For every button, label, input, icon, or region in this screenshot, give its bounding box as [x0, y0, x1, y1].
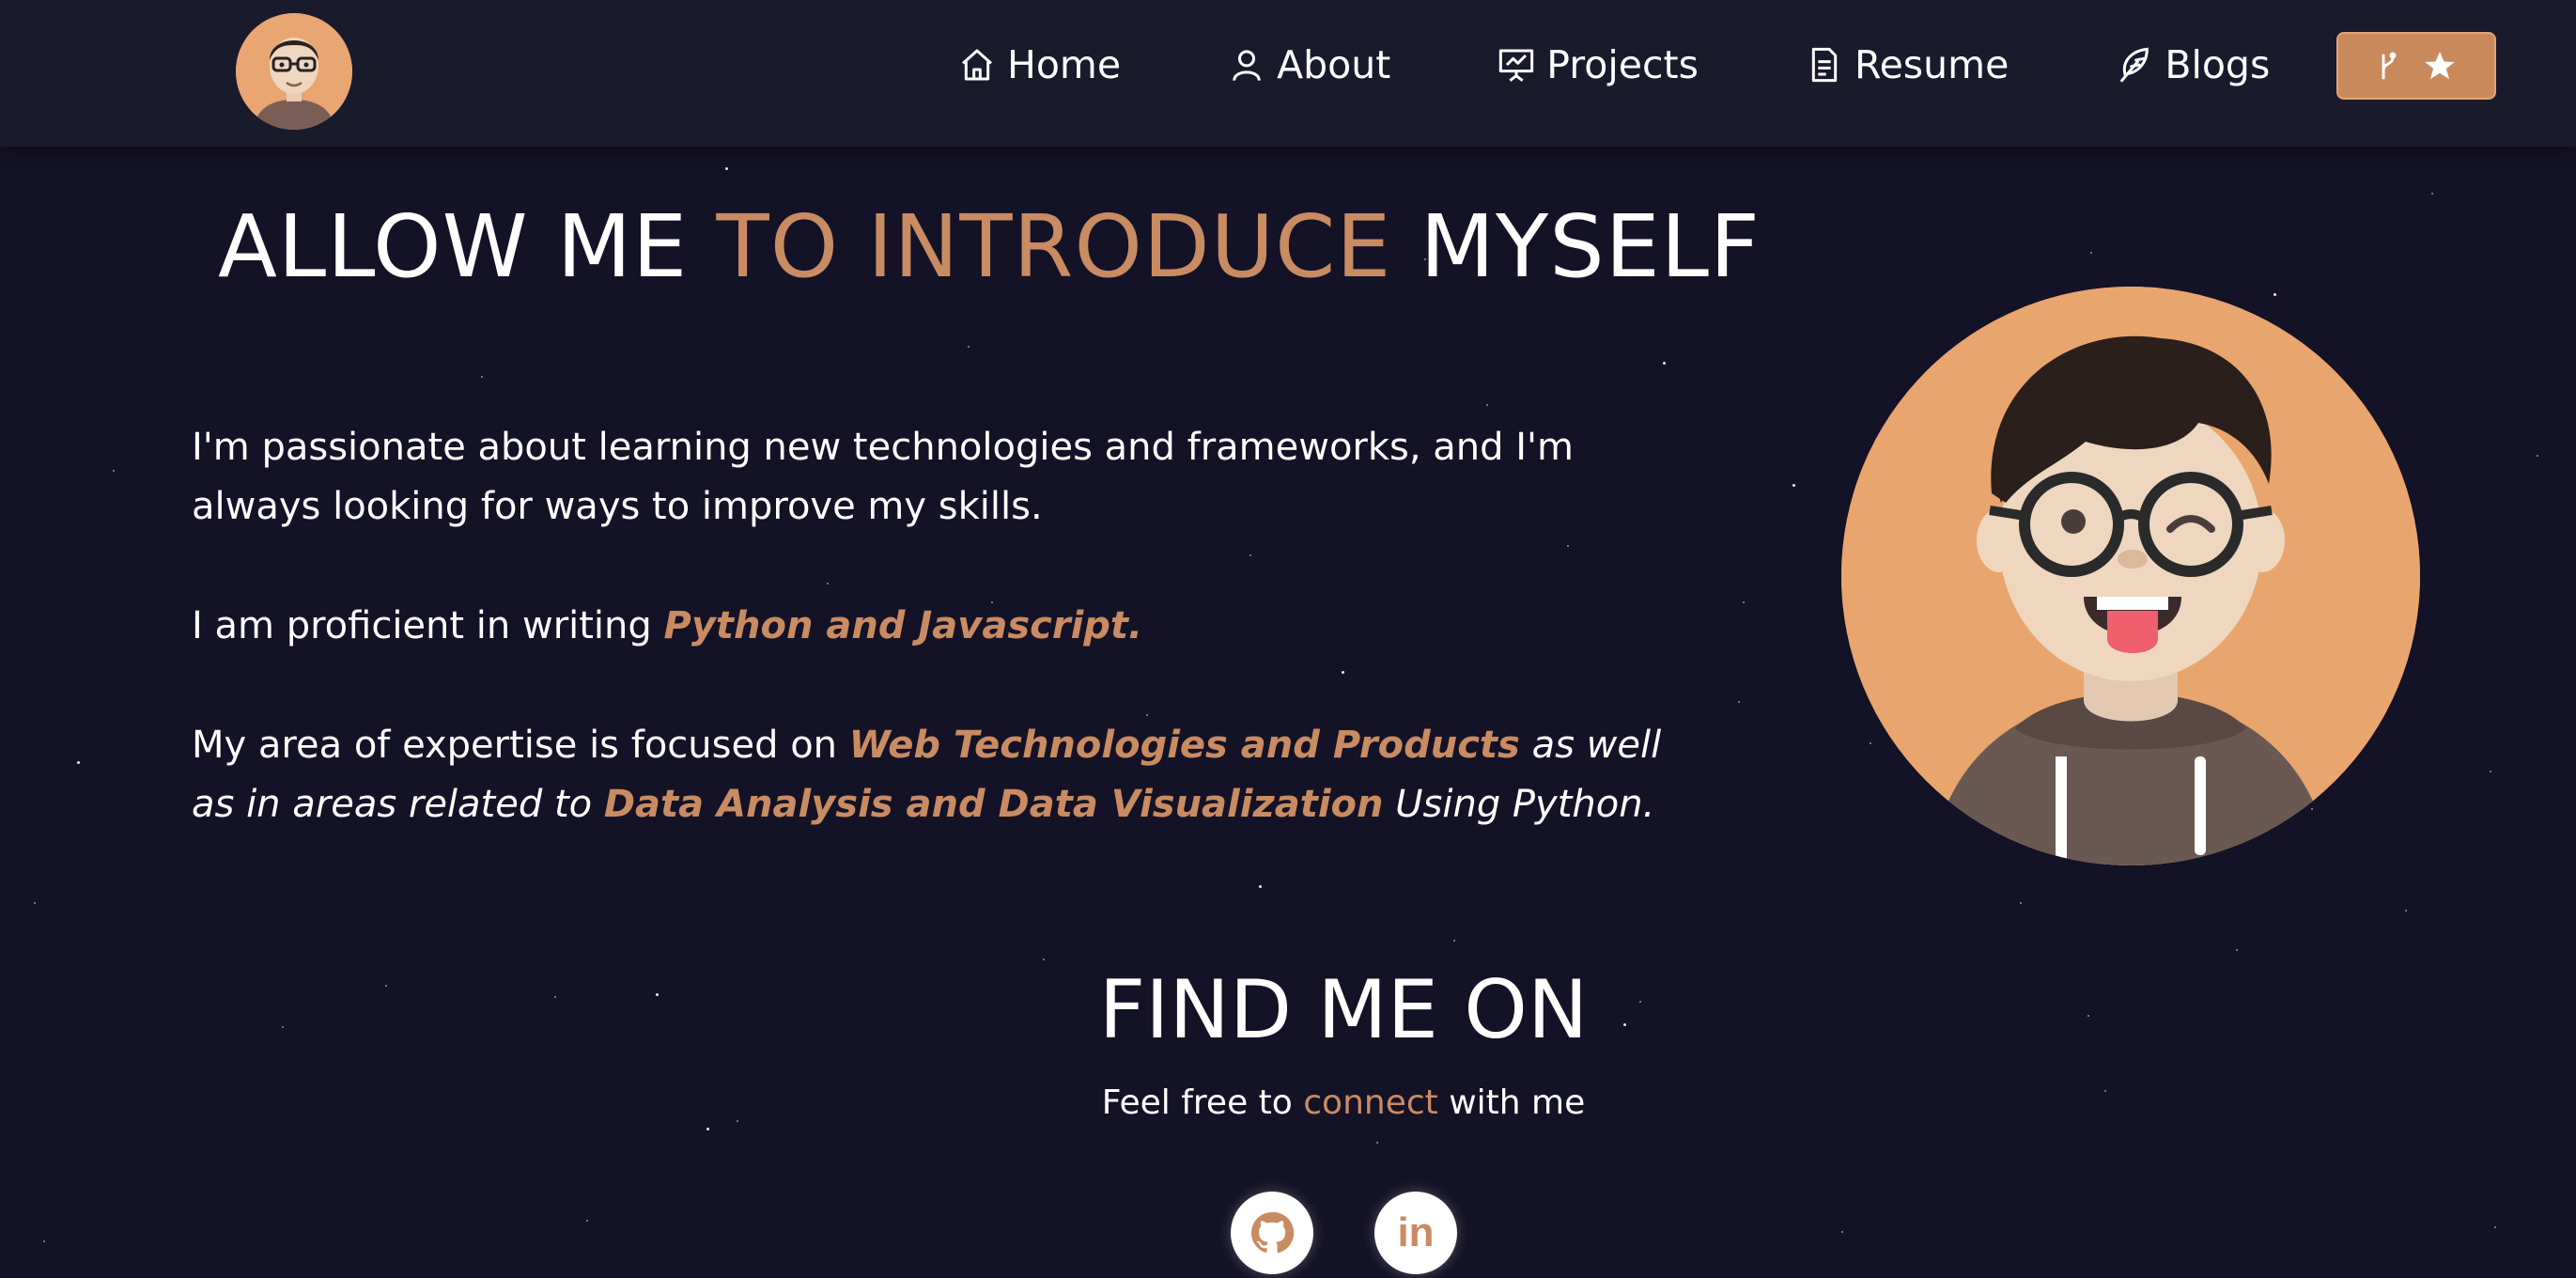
document-icon [1806, 46, 1843, 84]
star-dot [113, 470, 115, 472]
nav-blogs-label: Blogs [2165, 42, 2271, 87]
github-link[interactable] [1231, 1192, 1313, 1274]
star-dot [1453, 940, 1455, 942]
star-dot [1663, 362, 1666, 365]
para3-prefix: My area of expertise is focused on [192, 724, 849, 767]
star-dot [34, 902, 36, 904]
intro-paragraph-3: My area of expertise is focused on Web T… [192, 716, 1714, 834]
para2-prefix: I am proficient in writing [192, 604, 664, 647]
para2-languages: Python and Javascript. [663, 604, 1143, 647]
find-me-subtitle-suffix: with me [1437, 1083, 1586, 1122]
connect-text: connect [1303, 1083, 1438, 1122]
star-dot [2405, 910, 2407, 912]
star-dot [2431, 193, 2433, 195]
logo-avatar[interactable] [236, 13, 352, 130]
avatar-image [1841, 287, 2420, 865]
avatar-illustration [1841, 287, 2420, 865]
nav-blogs[interactable]: Blogs [2106, 34, 2279, 96]
para3-data-analysis: Data Analysis and Data Visualization [603, 783, 1384, 826]
logo-avatar-image [236, 13, 352, 130]
star-dot [77, 761, 80, 764]
intro-title-part2: MYSELF [1391, 196, 1761, 297]
nav-about[interactable]: About [1218, 34, 1400, 96]
nav-about-label: About [1277, 42, 1391, 87]
feather-icon [2116, 46, 2153, 84]
star-dot [2090, 252, 2092, 254]
star-dot [725, 167, 728, 170]
nav-projects[interactable]: Projects [1488, 34, 1708, 96]
star-dot [1841, 1231, 1843, 1233]
nav-resume-label: Resume [1854, 42, 2010, 87]
star-dot [1792, 484, 1795, 487]
intro-paragraph-1: I'm passionate about learning new techno… [192, 426, 1575, 528]
navbar: Home About Projects Resume Blogs [0, 0, 2576, 147]
star-dot [1738, 701, 1740, 703]
home-icon [958, 46, 996, 84]
github-fork-star-button[interactable] [2336, 32, 2496, 100]
find-me-subtitle: Feel free to connect with me [0, 1081, 2576, 1126]
git-fork-icon [2382, 52, 2397, 80]
star-dot [1870, 742, 1871, 744]
star-dot [2537, 455, 2538, 457]
para3-suffix: Using Python. [1383, 783, 1655, 826]
star-dot [2236, 949, 2238, 951]
intro-title-part1: ALLOW ME [218, 196, 717, 297]
nav-links: Home About Projects Resume Blogs [949, 34, 2279, 96]
presentation-icon [1497, 46, 1535, 84]
nav-home-label: Home [1007, 42, 1122, 87]
star-dot [2311, 808, 2313, 810]
find-me-title: FIND ME ON [1098, 963, 1589, 1057]
find-me-subtitle-prefix: Feel free to [1101, 1083, 1304, 1122]
intro-paragraph-2: I am proficient in writing Python and Ja… [192, 597, 1714, 656]
star-dot [2273, 293, 2276, 296]
nav-projects-label: Projects [1546, 42, 1699, 87]
intro-body: I'm passionate about learning new techno… [192, 418, 1714, 895]
github-icon [1250, 1211, 1294, 1254]
user-icon [1228, 46, 1265, 84]
linkedin-icon: in [1397, 1209, 1435, 1255]
star-dot [481, 376, 483, 378]
star-dot [2494, 1226, 2496, 1228]
star-dot [2020, 902, 2022, 904]
nav-resume[interactable]: Resume [1796, 34, 2018, 96]
star-icon [2425, 52, 2455, 80]
star-dot [968, 346, 970, 348]
star-dot [586, 1220, 588, 1222]
star-dot [706, 1128, 709, 1130]
linkedin-link[interactable]: in [1374, 1192, 1457, 1274]
star-dot [2490, 771, 2491, 772]
intro-title: ALLOW ME TO INTRODUCE MYSELF [218, 195, 1760, 299]
star-dot [43, 1240, 45, 1242]
star-dot [1486, 404, 1488, 406]
intro-title-accent: TO INTRODUCE [716, 196, 1392, 297]
star-dot [1376, 1142, 1378, 1144]
nav-home[interactable]: Home [949, 34, 1130, 96]
star-dot [1743, 601, 1745, 603]
para3-web-tech: Web Technologies and Products [848, 724, 1520, 767]
